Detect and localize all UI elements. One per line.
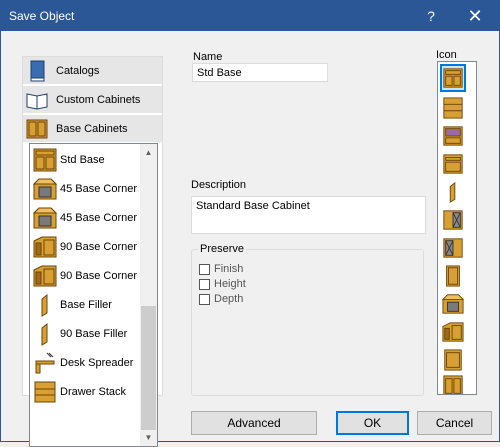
category-custom-cabinets[interactable]: Custom Cabinets [23, 86, 162, 114]
list-item-label: Desk Spreader [60, 357, 134, 369]
checkbox-label: Finish [214, 263, 244, 275]
icon-label: Icon [436, 49, 457, 61]
list-item[interactable]: Base Filler [30, 291, 142, 320]
list-item[interactable]: Std Base [30, 146, 142, 175]
wide-door-icon[interactable] [442, 348, 464, 372]
blind-corner-left-icon[interactable] [442, 236, 464, 260]
preserve-label: Preserve [198, 243, 247, 255]
category-label: Custom Cabinets [56, 94, 141, 106]
list-item-label: 45 Base Corner ( [60, 212, 142, 224]
oven-base-icon[interactable] [442, 152, 464, 176]
list-item[interactable]: 90 Base Filler [30, 320, 142, 349]
list-item-label: Drawer Stack [60, 386, 127, 398]
help-button[interactable]: ? [409, 1, 453, 31]
corner-90-icon [33, 265, 57, 287]
drawer-base-icon[interactable] [442, 96, 464, 120]
open-book-icon [26, 93, 48, 110]
list-scrollbar[interactable]: ▲ ▼ [140, 144, 157, 446]
list-item[interactable]: 90 Base Corner [30, 233, 142, 262]
category-base-cabinets[interactable]: Base Cabinets [23, 115, 162, 143]
category-label: Base Cabinets [56, 123, 128, 135]
title-bar: Save Object ? ✕ [1, 1, 499, 31]
filler-icon[interactable] [442, 180, 464, 204]
list-item[interactable]: Desk Spreader [30, 349, 142, 378]
description-value: Standard Base Cabinet [196, 200, 310, 212]
single-door-icon[interactable] [442, 264, 464, 288]
close-button[interactable]: ✕ [453, 1, 497, 31]
save-object-dialog: Save Object ? ✕ Catalogs Custom Cabinets [0, 0, 500, 447]
checkbox-label: Depth [214, 293, 244, 305]
category-catalogs[interactable]: Catalogs [23, 57, 162, 85]
base-cabinet-icon [26, 119, 48, 139]
desk-spreader-icon [35, 352, 55, 374]
scroll-up-icon[interactable]: ▲ [140, 144, 157, 161]
std-base-icon [33, 148, 57, 172]
double-door-icon[interactable] [442, 374, 464, 395]
scrollbar-thumb[interactable] [141, 306, 156, 430]
advanced-button[interactable]: Advanced [191, 411, 317, 435]
list-item-label: Std Base [60, 154, 105, 166]
checkbox-box[interactable] [199, 294, 210, 305]
corner-45-icon [33, 178, 57, 200]
corner-45-icon [33, 207, 57, 229]
checkbox-box[interactable] [199, 279, 210, 290]
ok-button[interactable]: OK [336, 411, 409, 435]
preserve-group: Preserve Finish Height Depth [191, 243, 424, 396]
catalog-panel: Catalogs Custom Cabinets Base Cabinets S… [22, 56, 163, 447]
list-item[interactable]: 90 Base Corner ( [30, 262, 142, 291]
cabinet-list: Std Base 45 Base Corner 45 Base Corner ( [29, 143, 158, 447]
sink-base-icon[interactable] [442, 124, 464, 148]
list-item-label: Base Filler [60, 299, 112, 311]
list-item[interactable]: 45 Base Corner ( [30, 204, 142, 233]
name-value: Std Base [197, 67, 242, 79]
corner-90-icon [33, 236, 57, 258]
icon-picker-list [437, 61, 477, 395]
corner-90-icon[interactable] [442, 320, 464, 344]
catalog-book-icon [30, 60, 45, 82]
window-title: Save Object [9, 9, 75, 23]
checkbox-label: Height [214, 278, 246, 290]
corner-45-icon[interactable] [442, 292, 464, 316]
checkbox-box[interactable] [199, 264, 210, 275]
cancel-button[interactable]: Cancel [417, 411, 492, 435]
category-label: Catalogs [56, 65, 100, 77]
filler-icon [41, 293, 48, 317]
list-item-label: 90 Base Corner ( [60, 270, 142, 282]
name-label: Name [193, 51, 223, 63]
filler-icon [41, 322, 48, 346]
list-item-label: 90 Base Corner [60, 241, 138, 253]
scroll-down-icon[interactable]: ▼ [140, 429, 157, 446]
description-input[interactable]: Standard Base Cabinet [191, 196, 426, 234]
name-input[interactable]: Std Base [192, 63, 328, 82]
blind-corner-icon[interactable] [442, 208, 464, 232]
list-item[interactable]: Drawer Stack [30, 378, 142, 407]
std-base-icon[interactable] [440, 64, 466, 92]
list-item-label: 45 Base Corner [60, 183, 138, 195]
list-item[interactable]: 45 Base Corner [30, 175, 142, 204]
list-item-label: 90 Base Filler [60, 328, 128, 340]
description-label: Description [191, 179, 247, 191]
drawer-stack-icon [34, 381, 56, 403]
